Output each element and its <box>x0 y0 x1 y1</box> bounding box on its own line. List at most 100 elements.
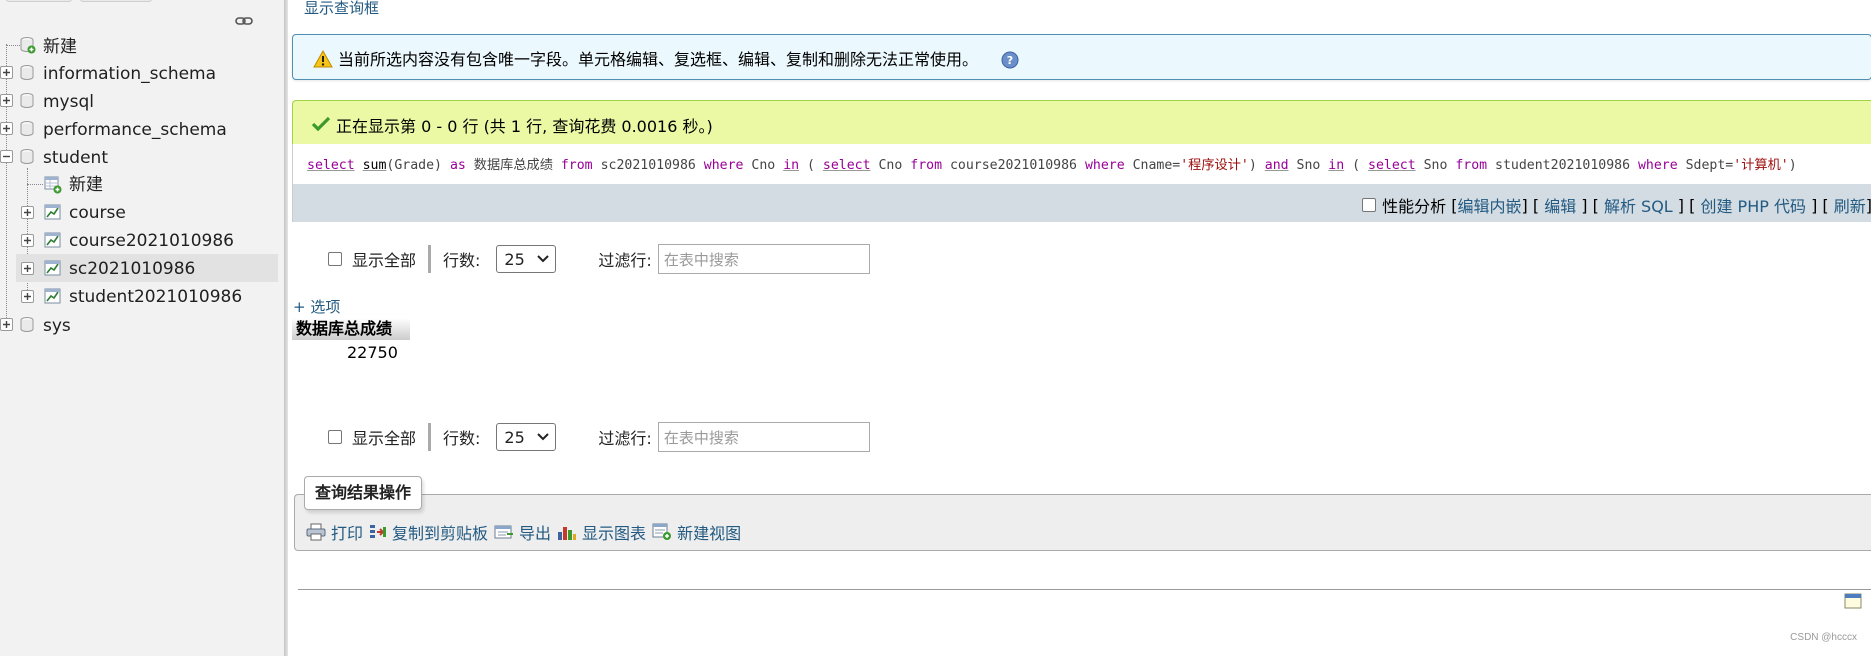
nav-new-table[interactable]: 新建 <box>69 172 103 198</box>
filter-placeholder: 在表中搜索 <box>663 428 739 447</box>
database-icon <box>20 120 34 141</box>
sql-keyword[interactable]: select <box>823 158 871 173</box>
success-text: 正在显示第 0 - 0 行 (共 1 行, 查询花费 0.0016 秒。) <box>336 117 713 136</box>
nav-database-student[interactable]: student <box>43 145 108 171</box>
sql-token: Sno <box>1288 158 1329 173</box>
filter-rows-input[interactable]: 在表中搜索 <box>657 422 870 452</box>
sql-token: ) <box>1248 158 1265 173</box>
watermark: CSDN @hcccx <box>1790 632 1857 643</box>
expand-icon[interactable] <box>21 234 34 247</box>
show-chart-link[interactable]: 显示图表 <box>557 520 646 544</box>
sql-keyword: where <box>703 158 744 173</box>
result-cell: 22750 <box>347 343 398 362</box>
rows-select[interactable]: 25 <box>496 245 557 273</box>
clipboard-icon <box>370 525 387 538</box>
create-php-code-link[interactable]: 创建 PHP 代码 <box>1700 193 1806 217</box>
result-column-header[interactable]: 数据库总成绩 <box>292 318 410 340</box>
rows-label: 行数: <box>443 251 481 270</box>
sql-query-text: select sum(Grade) as 数据库总成绩 from sc20210… <box>307 154 1797 173</box>
sql-keyword[interactable]: in <box>1328 158 1344 173</box>
show-all-checkbox[interactable] <box>328 252 342 266</box>
notice-message: 当前所选内容没有包含唯一字段。单元格编辑、复选框、编辑、复制和删除无法正常使用。… <box>292 34 1871 80</box>
separator <box>428 423 432 451</box>
nav-table-course[interactable]: course <box>69 200 126 226</box>
print-link[interactable]: 打印 <box>306 520 363 544</box>
success-message: 正在显示第 0 - 0 行 (共 1 行, 查询花费 0.0016 秒。) <box>292 100 1871 144</box>
sql-keyword: from <box>560 158 593 173</box>
expand-icon[interactable] <box>21 290 34 303</box>
warning-icon <box>313 49 333 72</box>
rows-select-value: 25 <box>504 427 525 447</box>
nav-table-sc2021010986[interactable]: sc2021010986 <box>69 256 195 282</box>
table-navigation-top: 显示全部 行数: 25 过滤行: 在表中搜索 <box>328 243 870 275</box>
profiling-label: 性能分析 <box>1382 197 1447 216</box>
refresh-link[interactable]: 刷新 <box>1834 193 1866 217</box>
table-icon <box>44 260 62 281</box>
expand-icon[interactable] <box>21 206 34 219</box>
expand-icon[interactable] <box>0 122 13 135</box>
link-icon[interactable] <box>235 11 253 30</box>
sql-keyword: from <box>910 158 943 173</box>
sql-keyword[interactable]: and <box>1265 158 1289 173</box>
collapse-icon[interactable] <box>0 150 13 163</box>
show-all-label: 显示全部 <box>352 429 417 448</box>
chevron-down-icon <box>537 433 550 441</box>
filter-rows-input[interactable]: 在表中搜索 <box>657 244 870 274</box>
export-link[interactable]: 导出 <box>494 520 551 544</box>
new-table-icon <box>44 176 62 198</box>
rows-select[interactable]: 25 <box>496 423 557 451</box>
sql-token: Cname= <box>1124 158 1181 173</box>
sql-token: Sno <box>1415 158 1456 173</box>
nav-table-course2021010986[interactable]: course2021010986 <box>69 228 234 254</box>
create-view-icon <box>652 523 672 540</box>
expand-icon[interactable] <box>0 318 13 331</box>
nav-database-sys[interactable]: sys <box>43 313 71 339</box>
expand-icon[interactable] <box>0 94 13 107</box>
rows-label: 行数: <box>443 429 481 448</box>
edit-link[interactable]: 编辑 <box>1544 193 1576 217</box>
sql-string: '程序设计' <box>1180 158 1249 173</box>
options-link[interactable]: + 选项 <box>293 296 340 317</box>
edit-inline-link[interactable]: 编辑内嵌 <box>1458 193 1522 217</box>
sql-function[interactable]: sum <box>363 158 387 173</box>
expand-icon[interactable] <box>21 262 34 275</box>
explain-sql-link[interactable]: 解析 SQL <box>1604 193 1673 217</box>
nav-database-information-schema[interactable]: information_schema <box>43 61 216 87</box>
profiling-checkbox[interactable] <box>1362 198 1377 212</box>
console-toggle-icon[interactable] <box>1844 592 1862 614</box>
chevron-down-icon <box>537 255 550 263</box>
sql-token: Cno <box>743 158 784 173</box>
copy-to-clipboard-link[interactable]: 复制到剪贴板 <box>369 520 488 544</box>
nav-new-database[interactable]: 新建 <box>43 34 77 60</box>
table-icon <box>44 288 62 309</box>
filter-rows-label: 过滤行: <box>598 429 652 448</box>
database-icon <box>20 316 34 337</box>
nav-database-performance-schema[interactable]: performance_schema <box>43 117 227 143</box>
sql-keyword: where <box>1637 158 1678 173</box>
help-icon[interactable]: ? <box>1001 51 1019 73</box>
print-label: 打印 <box>331 524 364 543</box>
sql-token: (Grade) <box>386 158 450 173</box>
create-view-link[interactable]: 新建视图 <box>652 520 741 544</box>
nav-top-button[interactable] <box>80 0 152 2</box>
sql-alias: 数据库总成绩 <box>465 158 561 173</box>
nav-top-button[interactable] <box>6 0 72 2</box>
filter-rows-label: 过滤行: <box>598 251 652 270</box>
export-label: 导出 <box>519 524 552 543</box>
sql-tools-bar: 性能分析 [编辑内嵌] [ 编辑 ] [ 解析 SQL ] [ 创建 PHP 代… <box>292 184 1871 222</box>
sql-token: ( <box>1344 158 1368 173</box>
sql-keyword[interactable]: select <box>1368 158 1416 173</box>
expand-icon[interactable] <box>0 66 13 79</box>
navigation-panel: 新建 information_schema mysql performance_… <box>0 0 284 656</box>
nav-database-mysql[interactable]: mysql <box>43 89 94 115</box>
sql-keyword[interactable]: in <box>783 158 799 173</box>
show-query-box-link[interactable]: 显示查询框 <box>304 0 379 18</box>
svg-text:?: ? <box>1007 54 1013 67</box>
sql-keyword[interactable]: select <box>307 158 355 173</box>
nav-table-student2021010986[interactable]: student2021010986 <box>69 284 242 310</box>
sql-keyword: where <box>1084 158 1125 173</box>
show-all-checkbox[interactable] <box>328 430 342 444</box>
export-icon <box>494 525 514 539</box>
create-view-label: 新建视图 <box>677 524 742 543</box>
sql-keyword: from <box>1455 158 1488 173</box>
